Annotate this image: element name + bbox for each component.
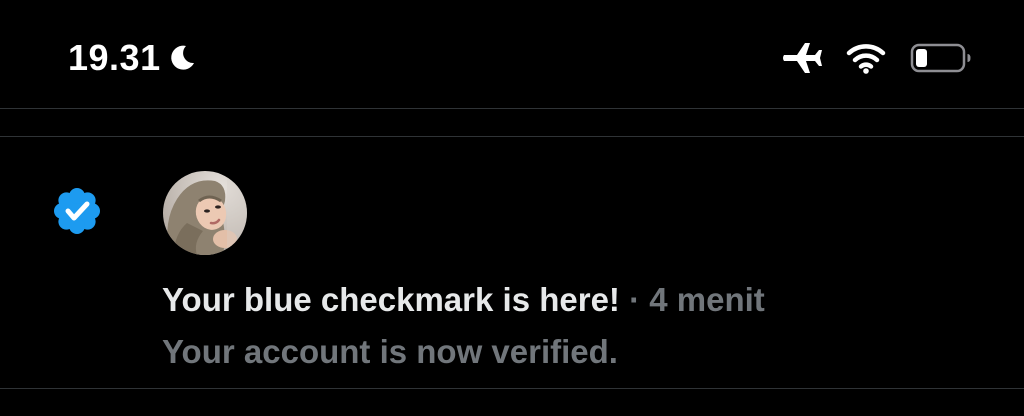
avatar[interactable] [163, 171, 247, 255]
divider-bottom [0, 388, 1024, 389]
battery-icon [910, 43, 971, 73]
status-time-group: 19.31 [68, 36, 197, 80]
status-time: 19.31 [68, 37, 161, 78]
airplane-mode-icon [783, 43, 822, 73]
divider-top [0, 108, 1024, 109]
notification-title-line: Your blue checkmark is here! · 4 menit [162, 278, 765, 322]
verified-badge-icon [54, 188, 100, 234]
notification-body: Your account is now verified. [162, 333, 618, 370]
moon-icon [170, 45, 194, 70]
notification-time: 4 menit [649, 281, 765, 318]
notification-separator: · [629, 281, 641, 318]
notification-title: Your blue checkmark is here! [162, 281, 620, 318]
status-icons [782, 38, 972, 78]
status-bar: 19.31 [0, 0, 1024, 108]
wifi-icon [846, 44, 886, 74]
